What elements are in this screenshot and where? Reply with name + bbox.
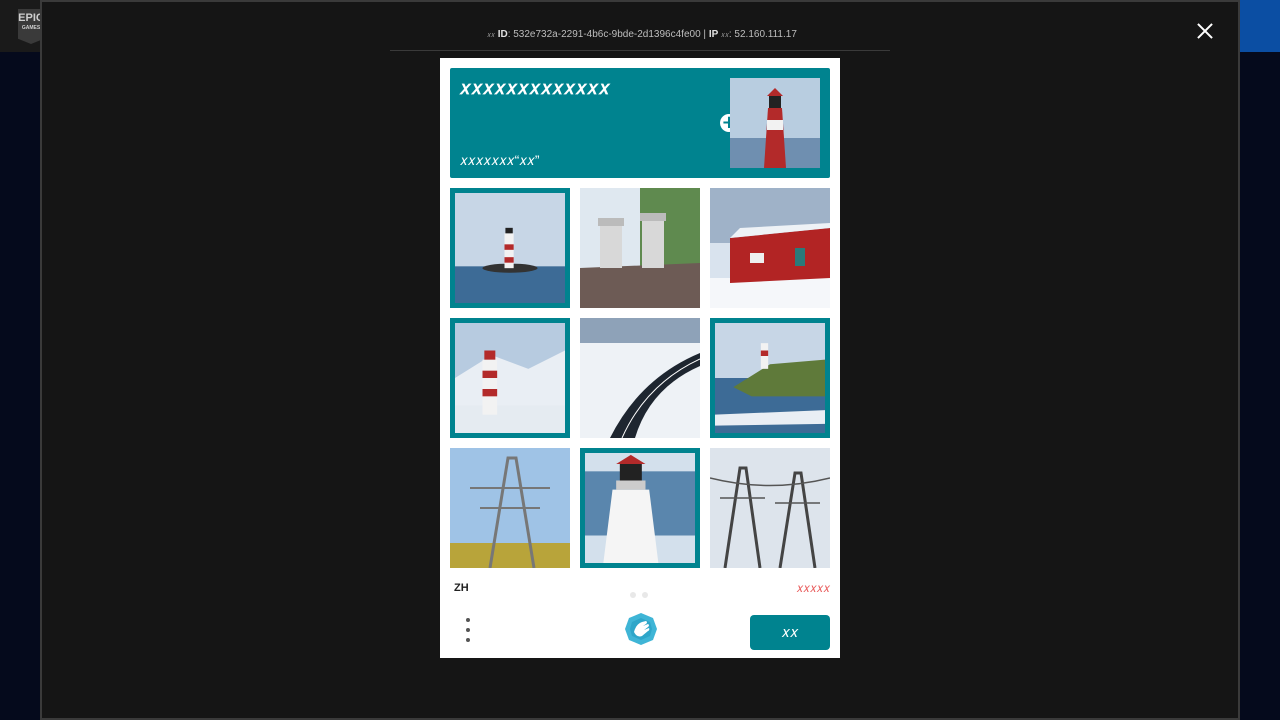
tile-image [715, 323, 825, 433]
page-dot [630, 592, 636, 598]
grid-tile-red-barn-in-snow[interactable] [710, 188, 830, 308]
close-icon[interactable] [1194, 20, 1216, 42]
tile-image [710, 188, 830, 308]
ip-value: 52.160.111.17 [734, 29, 797, 40]
report-link[interactable]: 𝑥𝑥𝑥𝑥𝑥 [797, 581, 830, 596]
prompt-subtitle: 𝑥𝑥𝑥𝑥𝑥𝑥𝑥“𝑥𝑥” [460, 152, 540, 168]
tile-image [580, 188, 700, 308]
tile-image [450, 448, 570, 568]
language-selector[interactable]: ZH [454, 582, 469, 594]
ip-prefix: 𝑥𝑥 [721, 32, 729, 39]
prompt-title: 𝑥𝑥𝑥𝑥𝑥𝑥𝑥𝑥𝑥𝑥𝑥𝑥𝑥 [460, 78, 611, 99]
tile-image [585, 453, 695, 563]
captcha-modal: 𝑥𝑥 ID: 532e732a-2291-4b6c-9bde-2d1396c4f… [40, 0, 1240, 720]
session-info: 𝑥𝑥 ID: 532e732a-2291-4b6c-9bde-2d1396c4f… [487, 29, 797, 40]
id-value: 532e732a-2291-4b6c-9bde-2d1396c4fe00 [513, 29, 701, 40]
grid-tile-lighthouse-on-island[interactable] [450, 188, 570, 308]
tile-image [455, 193, 565, 303]
grid-tile-power-pylons-grey[interactable] [710, 448, 830, 568]
hcaptcha-logo-icon [625, 613, 657, 645]
grid-tile-lighthouse-snowy-mountains[interactable] [450, 318, 570, 438]
tile-image [710, 448, 830, 568]
ip-label: IP [708, 29, 719, 40]
captcha-footer: ZH 𝑥𝑥𝑥𝑥𝑥 [450, 578, 830, 598]
separator: | [703, 29, 707, 40]
divider [390, 50, 890, 51]
grid-tile-lighthouse-on-green-cliff[interactable] [710, 318, 830, 438]
header-action-button[interactable] [1236, 0, 1280, 52]
page-indicator [630, 585, 654, 603]
more-menu-icon[interactable] [460, 616, 476, 644]
tile-image [580, 318, 700, 438]
id-prefix: 𝑥𝑥 [487, 32, 495, 39]
prompt-lighthouse-image [730, 78, 820, 168]
id-label: ID [497, 29, 508, 40]
grid-tile-lighthouse-closeup[interactable] [580, 448, 700, 568]
grid-tile-chimneys-on-roof[interactable] [580, 188, 700, 308]
page-dot [642, 592, 648, 598]
grid-tile-power-pylon-yellow[interactable] [450, 448, 570, 568]
tile-image [455, 323, 565, 433]
captcha-frame: 𝑥𝑥𝑥𝑥𝑥𝑥𝑥𝑥𝑥𝑥𝑥𝑥𝑥 𝑥𝑥𝑥𝑥𝑥𝑥𝑥“𝑥𝑥” + ZH 𝑥𝑥𝑥𝑥𝑥 𝑥𝑥 [440, 58, 840, 658]
grid-tile-snowy-highway[interactable] [580, 318, 700, 438]
next-button[interactable]: 𝑥𝑥 [750, 615, 830, 650]
captcha-prompt: 𝑥𝑥𝑥𝑥𝑥𝑥𝑥𝑥𝑥𝑥𝑥𝑥𝑥 𝑥𝑥𝑥𝑥𝑥𝑥𝑥“𝑥𝑥” + [450, 68, 830, 178]
